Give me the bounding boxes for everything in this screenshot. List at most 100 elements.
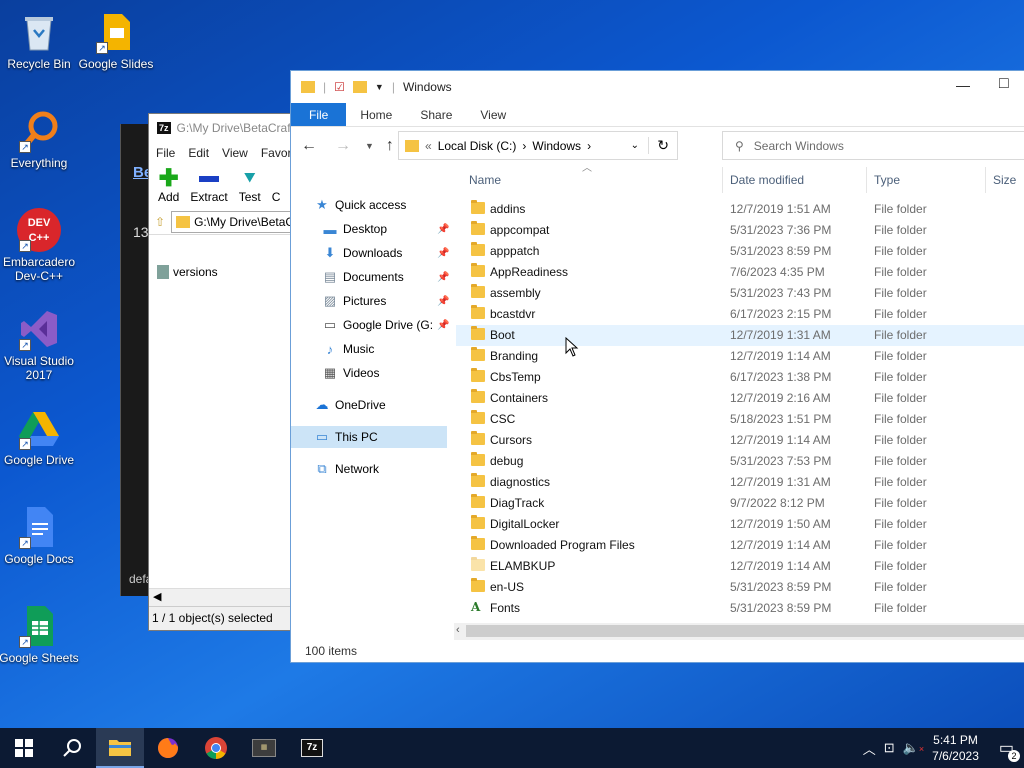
desktop-icon-google-docs[interactable]: ↗ Google Docs [0, 505, 82, 566]
file-row[interactable]: Downloaded Program Files 12/7/2019 1:14 A… [456, 535, 1024, 556]
pin-icon[interactable]: 📌 [437, 248, 449, 259]
network-status-icon[interactable]: ⊡ [884, 740, 895, 756]
add-button[interactable]: ✚ Add [158, 167, 179, 205]
file-row[interactable]: CSC 5/18/2023 1:51 PM File folder [456, 409, 1024, 430]
nav-item-downloads[interactable]: ⬇ Downloads 📌 [323, 242, 450, 264]
up-arrow-icon[interactable]: ↑ [386, 137, 394, 155]
menu-edit[interactable]: Edit [188, 146, 209, 160]
desktop-icon-google-drive[interactable]: ↗ Google Drive [0, 406, 82, 467]
pin-icon[interactable]: 📌 [437, 224, 449, 235]
file-row[interactable]: AppReadiness 7/6/2023 4:35 PM File folder [456, 262, 1024, 283]
search-icon[interactable] [48, 728, 96, 768]
nav-item-onedrive[interactable]: ☁ OneDrive [315, 394, 386, 416]
file-row[interactable]: DiagTrack 9/7/2022 8:12 PM File folder [456, 493, 1024, 514]
desktop-icon-everything[interactable]: ↗ Everything [0, 109, 82, 170]
nav-item-network[interactable]: ⧉ Network [315, 458, 379, 480]
column-type[interactable]: Type [874, 173, 900, 187]
search-input[interactable]: Search Windows [754, 139, 844, 153]
file-row[interactable]: debug 5/31/2023 7:53 PM File folder [456, 451, 1024, 472]
breadcrumb-overflow[interactable]: « [425, 139, 432, 153]
nav-item-documents[interactable]: ▤ Documents 📌 [323, 266, 450, 288]
nav-item-pictures[interactable]: ▨ Pictures 📌 [323, 290, 450, 312]
search-box[interactable]: ⚲ Search Windows [722, 131, 1024, 160]
nav-item-videos[interactable]: ▦ Videos [323, 362, 380, 384]
explorer-titlebar[interactable]: | ☑ ▼ | Windows — □ [291, 71, 1024, 103]
file-row[interactable]: Boot 12/7/2019 1:31 AM File folder [456, 325, 1024, 346]
tab-home[interactable]: Home [346, 103, 406, 126]
copy-button[interactable]: C [272, 168, 281, 204]
menu-view[interactable]: View [222, 146, 248, 160]
scroll-left-icon[interactable]: ◀ [153, 590, 161, 603]
start-icon[interactable] [0, 728, 48, 768]
file-row[interactable]: CbsTemp 6/17/2023 1:38 PM File folder [456, 367, 1024, 388]
file-row[interactable]: A Fonts 5/31/2023 8:59 PM File folder [456, 598, 1024, 619]
file-row[interactable]: bcastdvr 6/17/2023 2:15 PM File folder [456, 304, 1024, 325]
clock[interactable]: 5:41 PM 7/6/2023 [932, 732, 979, 764]
file-row[interactable]: Branding 12/7/2019 1:14 AM File folder [456, 346, 1024, 367]
tab-share[interactable]: Share [406, 103, 466, 126]
file-row[interactable]: DigitalLocker 12/7/2019 1:50 AM File folde… [456, 514, 1024, 535]
breadcrumb-separator[interactable]: › [522, 139, 526, 153]
file-row[interactable]: diagnostics 12/7/2019 1:31 AM File folder [456, 472, 1024, 493]
scrollbar-thumb[interactable] [466, 625, 1024, 637]
properties-icon[interactable]: ☑ [334, 80, 345, 94]
file-row[interactable]: assembly 5/31/2023 7:43 PM File folder [456, 283, 1024, 304]
tab-file[interactable]: File [291, 103, 347, 126]
up-folder-icon[interactable]: ⇧ [155, 215, 165, 229]
menu-favorites[interactable]: Favor [261, 146, 292, 160]
column-name[interactable]: Name [469, 173, 501, 187]
menu-file[interactable]: File [156, 146, 175, 160]
breadcrumb-local-disk[interactable]: Local Disk (C:) [438, 139, 517, 153]
desktop-icon-google-slides[interactable]: ↗ Google Slides [73, 10, 159, 71]
desktop-icon-recycle-bin[interactable]: Recycle Bin [0, 10, 82, 71]
breadcrumb-windows[interactable]: Windows [532, 139, 581, 153]
extract-button[interactable]: Extract [190, 168, 228, 204]
new-folder-icon[interactable] [352, 81, 367, 93]
address-dropdown-icon[interactable]: ⌄ [631, 140, 639, 151]
nav-item-desktop[interactable]: ▬ Desktop 📌 [323, 218, 450, 240]
file-row[interactable]: ELAMBKUP 12/7/2019 1:14 AM File folder [456, 556, 1024, 577]
forward-arrow-icon[interactable]: → [335, 137, 351, 155]
file-row[interactable]: apppatch 5/31/2023 8:59 PM File folder [456, 241, 1024, 262]
nav-item-quick-access[interactable]: ★ Quick access [315, 194, 406, 216]
nav-item-music[interactable]: ♪ Music [323, 338, 375, 360]
minimize-button[interactable]: — [956, 77, 970, 93]
back-arrow-icon[interactable]: ← [301, 137, 317, 155]
chevron-down-icon[interactable]: ▼ [375, 82, 384, 92]
maximize-button[interactable]: □ [999, 75, 1009, 93]
firefox-icon[interactable] [144, 728, 192, 768]
show-hidden-icons-icon[interactable]: ︿ [863, 739, 876, 758]
file-row[interactable]: en-US 5/31/2023 8:59 PM File folder [456, 577, 1024, 598]
desktop-icon-visual-studio[interactable]: ↗ Visual Studio 2017 [0, 307, 82, 382]
column-date[interactable]: Date modified [730, 173, 804, 187]
file-row[interactable]: addins 12/7/2019 1:51 AM File folder [456, 199, 1024, 220]
file-explorer-window[interactable]: | ☑ ▼ | Windows — □ File Home Share View… [290, 70, 1024, 663]
list-item[interactable]: versions [157, 265, 218, 279]
minecraft-window[interactable]: Be 13 defa [120, 124, 152, 596]
minecraft-icon[interactable]: ▦ [240, 728, 288, 768]
nav-item-this-pc[interactable]: ▭ This PC [291, 426, 447, 448]
file-explorer-icon[interactable] [96, 728, 144, 768]
recent-locations-icon[interactable]: ▼ [365, 141, 374, 151]
breadcrumb-separator[interactable]: › [587, 139, 591, 153]
tab-view[interactable]: View [466, 103, 520, 126]
pin-icon[interactable]: 📌 [437, 296, 449, 307]
file-row[interactable]: Cursors 12/7/2019 1:14 AM File folder [456, 430, 1024, 451]
address-bar[interactable]: « Local Disk (C:) › Windows › ⌄ ↻ [398, 131, 678, 160]
nav-item-google-drive-g[interactable]: ▭ Google Drive (G: 📌 [323, 314, 450, 336]
refresh-icon[interactable]: ↻ [648, 137, 669, 154]
test-button[interactable]: ⯆ Test [239, 168, 261, 204]
desktop-icon-devcpp[interactable]: DEV C++ ↗ Embarcadero Dev-C++ [0, 208, 82, 283]
file-row[interactable]: Containers 12/7/2019 2:16 AM File folder [456, 388, 1024, 409]
volume-muted-icon[interactable]: 🔈× [903, 740, 924, 756]
pin-icon[interactable]: 📌 [437, 272, 449, 283]
7zip-icon[interactable]: 7z [288, 728, 336, 768]
horizontal-scrollbar[interactable]: ‹ [454, 623, 1024, 640]
pin-icon[interactable]: 📌 [437, 320, 449, 331]
scroll-left-icon[interactable]: ‹ [456, 624, 460, 636]
chrome-icon[interactable] [192, 728, 240, 768]
desktop-icon-google-sheets[interactable]: ↗ Google Sheets [0, 604, 82, 665]
column-size[interactable]: Size [993, 173, 1016, 187]
action-center-icon[interactable]: ▭ 2 [999, 738, 1020, 762]
file-row[interactable]: appcompat 5/31/2023 7:36 PM File folder [456, 220, 1024, 241]
